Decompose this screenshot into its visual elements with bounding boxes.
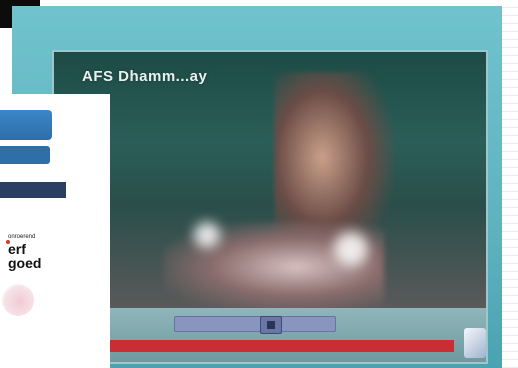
video-player[interactable]: AFS Dhamm...ay bbox=[52, 50, 488, 364]
video-title: AFS Dhamm...ay bbox=[82, 68, 208, 85]
seek-thumb[interactable] bbox=[260, 316, 282, 334]
background-stripes bbox=[500, 0, 518, 368]
decorative-shape bbox=[2, 284, 34, 316]
nav-bar[interactable] bbox=[0, 182, 66, 198]
progress-fill bbox=[54, 340, 454, 352]
nav-tab[interactable] bbox=[0, 146, 50, 164]
light-glow bbox=[334, 232, 368, 266]
progress-bar[interactable] bbox=[54, 340, 454, 352]
logo-dot bbox=[6, 240, 10, 244]
logo-line-1: erf bbox=[8, 241, 26, 257]
fullscreen-icon[interactable] bbox=[464, 328, 486, 358]
logo-line-2: goed bbox=[8, 255, 42, 271]
logo-small-text: onroerend bbox=[8, 234, 36, 240]
stop-icon bbox=[267, 321, 275, 329]
seek-track[interactable] bbox=[174, 316, 336, 332]
video-frame[interactable]: AFS Dhamm...ay bbox=[54, 52, 486, 308]
erfgoed-logo: onroerend erf goed bbox=[6, 234, 42, 271]
player-controls bbox=[54, 308, 486, 362]
side-panel: onroerend erf goed bbox=[0, 94, 110, 368]
nav-tab[interactable] bbox=[0, 110, 52, 140]
light-glow bbox=[194, 222, 220, 248]
